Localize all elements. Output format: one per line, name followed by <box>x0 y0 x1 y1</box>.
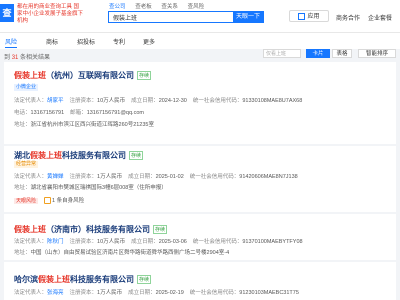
search-input[interactable] <box>109 12 237 22</box>
status-badge: 存续 <box>137 71 152 81</box>
risk-line[interactable]: 天眼风险 1 条自身风险 <box>14 196 84 205</box>
company-address-line: 地址：浙江省杭州市滨江区西兴街道江晖路260号21235室 <box>14 122 154 128</box>
company-info-line: 法定代表人：胡家平 注册资本：10万人民币 成立日期：2024-12-30 统一社会信… <box>14 98 303 104</box>
company-card: 哈尔滨假装上班科技服务有限公司 存续 法定代表人：张海亮 注册资本：1万人民币 成立日… <box>4 262 396 300</box>
tab-trademark[interactable]: 商标 <box>46 37 58 46</box>
top-bar: 查 都在用的商业查询工具 国家中小企业发展子基金旗下机构 查公司 查老板 查关系… <box>0 0 400 33</box>
slogan: 都在用的商业查询工具 国家中小企业发展子基金旗下机构 <box>17 4 84 24</box>
risk-text: 1 条自身风险 <box>52 198 85 204</box>
warning-icon <box>44 197 52 205</box>
count-prefix: 到 <box>4 55 11 61</box>
legal-rep-link[interactable]: 胡家平 <box>47 98 64 104</box>
risk-badge: 天眼风险 <box>14 198 39 204</box>
search-button[interactable]: 天眼一下 <box>233 12 263 22</box>
sort-dropdown[interactable]: 智能排序 <box>358 49 396 58</box>
company-info-line: 法定代表人：黄婵婵 注册资本：1万人民币 成立日期：2025-01-02 统一社会信用… <box>14 174 298 180</box>
search-box: 天眼一下 <box>108 11 264 23</box>
company-tag: 小微企业 <box>14 84 39 91</box>
legal-rep-link[interactable]: 陈秋门 <box>47 239 64 245</box>
result-count: 到 31 条相关结果 <box>4 52 50 61</box>
company-tag: 经营异常 <box>14 161 39 168</box>
legal-rep-link[interactable]: 黄婵婵 <box>47 174 64 180</box>
tab-more[interactable]: 更多 <box>143 37 155 46</box>
filter-input[interactable]: 仅看上班 <box>263 49 301 58</box>
count-number: 31 <box>11 55 19 61</box>
nav-business[interactable]: 商务合作 <box>336 13 360 22</box>
company-address-line: 地址：湖北省襄阳市樊城区瑞祺国际3幢6层008室（住所申报） <box>14 185 167 191</box>
company-info-line: 法定代表人：陈秋门 注册资本：10万人民币 成立日期：2025-03-06 统一社会信… <box>14 239 303 245</box>
nav-packages[interactable]: 企业套餐 <box>368 13 392 22</box>
company-contact-line: 电话：13167156791 邮箱：13167156791@qq.com <box>14 110 144 116</box>
company-info-line: 法定代表人：张海亮 注册资本：1万人民币 成立日期：2025-02-19 统一社会信用… <box>14 290 299 296</box>
grid-icon <box>298 12 306 20</box>
tab-risk-filter[interactable]: 风险 <box>5 37 18 48</box>
tab-relation[interactable]: 查关系 <box>160 1 179 11</box>
tab-boss[interactable]: 查老板 <box>134 1 153 11</box>
tab-bidding[interactable]: 招投标 <box>77 37 95 46</box>
company-address-line: 地址：中国（山东）自由贸易试验区济南片区舜华路街道舜华路西侧广场二号楼2904室… <box>14 250 230 256</box>
tab-risk[interactable]: 查风险 <box>187 1 206 11</box>
company-name[interactable]: 哈尔滨假装上班科技服务有限公司 存续 <box>14 274 152 285</box>
status-badge: 存续 <box>137 275 152 285</box>
card-view-button[interactable]: 卡片 <box>306 49 330 58</box>
company-name[interactable]: 假装上班（济南市）科技服务有限公司 存续 <box>14 224 168 235</box>
status-badge: 存续 <box>129 151 144 161</box>
app-button[interactable]: 应用 <box>289 10 329 22</box>
company-card: 假装上班（济南市）科技服务有限公司 存续 法定代表人：陈秋门 注册资本：10万人民币… <box>4 214 396 260</box>
company-name[interactable]: 湖北假装上班科技服务有限公司 存续 <box>14 150 144 161</box>
company-card: 湖北假装上班科技服务有限公司 存续 经营异常 法定代表人：黄婵婵 注册资本：1万人民… <box>4 146 396 212</box>
legal-rep-link[interactable]: 张海亮 <box>47 290 64 296</box>
tab-patent[interactable]: 专利 <box>113 37 125 46</box>
table-view-button[interactable]: 表格 <box>332 49 352 58</box>
status-badge: 存续 <box>153 225 168 235</box>
logo[interactable]: 查 <box>0 4 14 22</box>
company-card: 假装上班（杭州）互联网有限公司 存续 小微企业 法定代表人：胡家平 注册资本：10万… <box>4 62 396 144</box>
app-button-label: 应用 <box>307 14 320 20</box>
count-suffix: 条相关结果 <box>20 55 51 61</box>
filter-tabs: 风险 商标 招投标 专利 更多 <box>0 33 400 49</box>
company-name[interactable]: 假装上班（杭州）互联网有限公司 存续 <box>14 70 152 81</box>
